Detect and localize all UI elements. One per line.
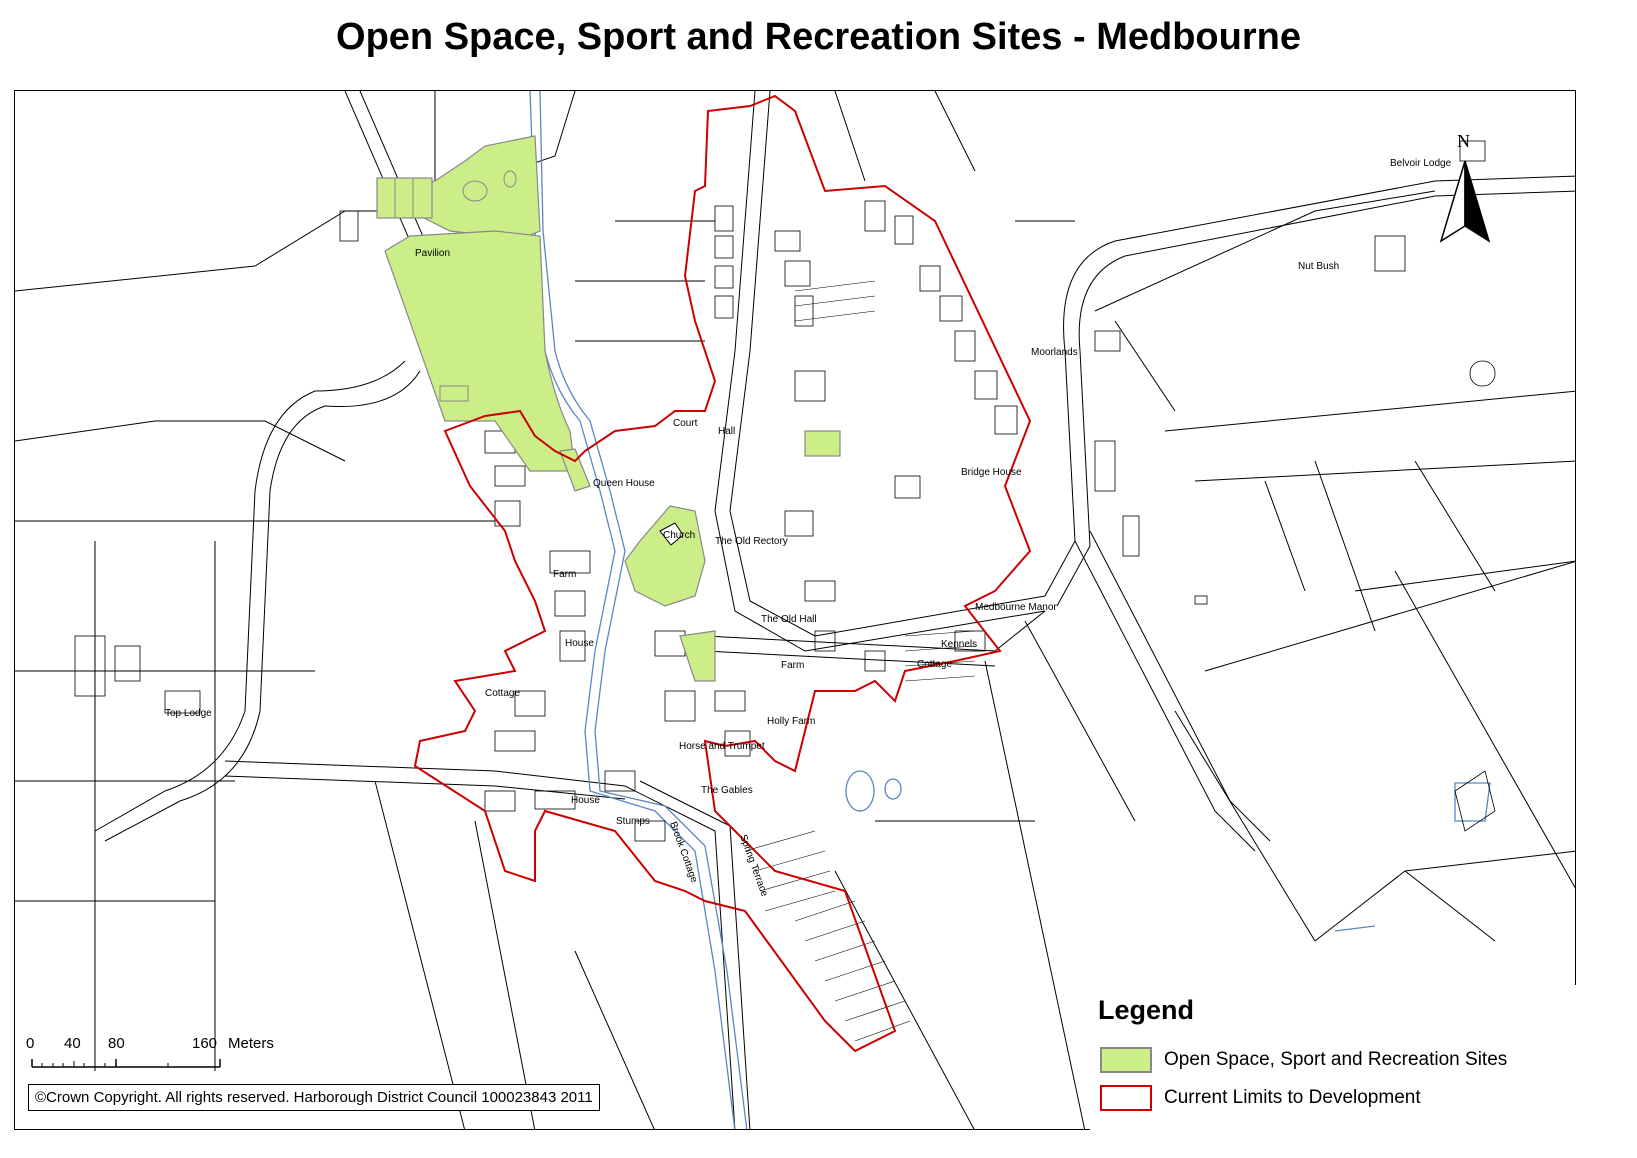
legend-label-limits: Current Limits to Development <box>1164 1087 1421 1108</box>
legend: Legend Open Space, Sport and Recreation … <box>1090 985 1576 1130</box>
scale-bar: 0 40 80 160 Meters <box>20 1035 274 1075</box>
open-space-sites <box>376 135 841 682</box>
roads <box>94 91 1575 1129</box>
label-cottage-east: Cottage <box>917 659 952 670</box>
label-moorlands: Moorlands <box>1031 347 1078 358</box>
label-hall: Hall <box>718 426 735 437</box>
label-farm-west: Farm <box>553 569 576 580</box>
open-space-churchyard <box>624 505 706 607</box>
legend-item-open-space: Open Space, Sport and Recreation Sites <box>1100 1045 1507 1075</box>
label-bridge-house: Bridge House <box>961 467 1022 478</box>
label-kennels: Kennels <box>941 639 977 650</box>
label-old-hall: The Old Hall <box>761 614 817 625</box>
label-stumps: Stumps <box>616 816 650 827</box>
label-house-south: House <box>571 795 600 806</box>
map-title: Open Space, Sport and Recreation Sites -… <box>336 16 1301 58</box>
legend-title: Legend <box>1098 995 1195 1025</box>
legend-swatch-limits <box>1100 1085 1152 1111</box>
label-queen-house: Queen House <box>593 478 655 489</box>
label-the-gables: The Gables <box>701 785 753 796</box>
label-pavilion: Pavilion <box>415 248 450 259</box>
map-svg: Pavilion Queen House Church The Old Rect… <box>15 91 1575 1129</box>
north-arrow-icon <box>1439 160 1491 243</box>
legend-swatch-open-space <box>1100 1047 1152 1073</box>
label-nut-bush: Nut Bush <box>1298 261 1339 272</box>
label-court: Court <box>673 418 698 429</box>
legend-item-limits: Current Limits to Development <box>1100 1083 1421 1113</box>
label-top-lodge: Top Lodge <box>165 708 212 719</box>
label-medbourne-manor: Medbourne Manor <box>975 602 1057 613</box>
open-space-tennis-courts <box>376 177 433 219</box>
north-arrow: N <box>1435 131 1495 246</box>
open-space-paddock <box>804 430 841 457</box>
label-horse-trumpet: Horse and Trumpet <box>679 741 765 752</box>
copyright-notice: ©Crown Copyright. All rights reserved. H… <box>28 1084 600 1111</box>
place-labels: Pavilion Queen House Church The Old Rect… <box>165 158 1452 898</box>
label-spring-terrace: Spring Terrace <box>737 833 770 898</box>
legend-label-open-space: Open Space, Sport and Recreation Sites <box>1164 1049 1508 1070</box>
label-house-west: House <box>565 638 594 649</box>
label-farm-east: Farm <box>781 660 804 671</box>
label-church: Church <box>663 530 695 541</box>
label-cottage-south: Cottage <box>485 688 520 699</box>
map-canvas[interactable]: Pavilion Queen House Church The Old Rect… <box>14 90 1576 1130</box>
scale-bar-graphic <box>31 1059 221 1068</box>
label-holly-farm: Holly Farm <box>767 716 815 727</box>
label-old-rectory: The Old Rectory <box>715 536 788 547</box>
